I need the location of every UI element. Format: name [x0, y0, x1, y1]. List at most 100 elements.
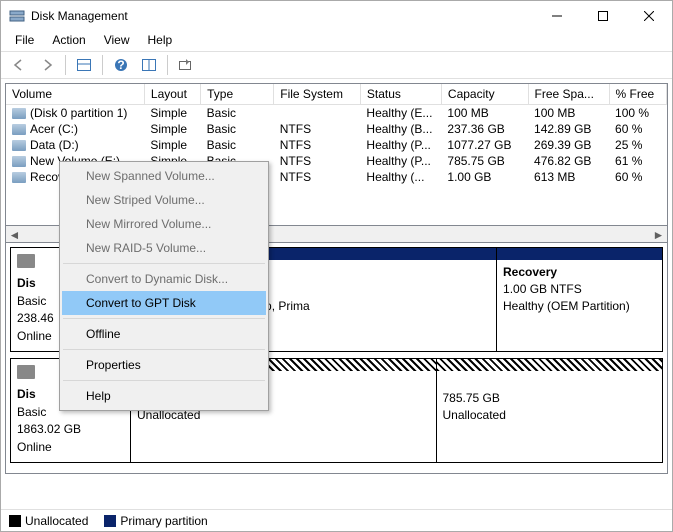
col-pctfree[interactable]: % Free: [609, 84, 666, 105]
cell-fs: NTFS: [274, 169, 361, 185]
volume-icon: [12, 108, 26, 119]
disk1-status: Online: [17, 440, 52, 454]
ctx-help[interactable]: Help: [62, 384, 266, 408]
ctx-new-mirrored[interactable]: New Mirrored Volume...: [62, 212, 266, 236]
forward-button[interactable]: [35, 54, 59, 76]
cell-pct: 100 %: [609, 105, 666, 122]
minimize-button[interactable]: [534, 1, 580, 31]
col-status[interactable]: Status: [360, 84, 441, 105]
volume-icon: [12, 156, 26, 167]
legend-swatch-primary: [104, 515, 116, 527]
title-bar: Disk Management: [1, 1, 672, 31]
disk1-size: 1863.02 GB: [17, 422, 81, 436]
cell-status: Healthy (B...: [360, 121, 441, 137]
toolbar: ?: [1, 51, 672, 79]
cell-pct: 25 %: [609, 137, 666, 153]
legend-primary: Primary partition: [104, 514, 207, 528]
disk0-type: Basic: [17, 294, 46, 308]
settings-button[interactable]: [174, 54, 198, 76]
partition-fs: 1.00 GB NTFS: [503, 282, 582, 296]
ctx-convert-dynamic[interactable]: Convert to Dynamic Disk...: [62, 267, 266, 291]
close-button[interactable]: [626, 1, 672, 31]
disk1-unallocated-2[interactable]: 785.75 GB Unallocated: [437, 359, 663, 462]
disk-icon: [17, 365, 35, 379]
svg-text:?: ?: [117, 58, 124, 72]
cell-capacity: 1.00 GB: [441, 169, 528, 185]
cell-status: Healthy (E...: [360, 105, 441, 122]
ctx-new-spanned[interactable]: New Spanned Volume...: [62, 164, 266, 188]
cell-type: Basic: [201, 105, 274, 122]
table-row[interactable]: Data (D:)SimpleBasicNTFSHealthy (P...107…: [6, 137, 667, 153]
legend-unallocated: Unallocated: [9, 514, 88, 528]
cell-capacity: 785.75 GB: [441, 153, 528, 169]
window-title: Disk Management: [31, 9, 128, 23]
col-type[interactable]: Type: [201, 84, 274, 105]
scroll-left-icon[interactable]: ◄: [6, 226, 23, 243]
table-row[interactable]: (Disk 0 partition 1)SimpleBasic Healthy (…: [6, 105, 667, 122]
view-button[interactable]: [137, 54, 161, 76]
cell-pct: 60 %: [609, 121, 666, 137]
scroll-right-icon[interactable]: ►: [650, 226, 667, 243]
partition-status: Unallocated: [443, 408, 506, 422]
cell-free: 269.39 GB: [528, 137, 609, 153]
col-capacity[interactable]: Capacity: [441, 84, 528, 105]
menu-view[interactable]: View: [96, 31, 138, 51]
cell-pct: 61 %: [609, 153, 666, 169]
ctx-new-raid5[interactable]: New RAID-5 Volume...: [62, 236, 266, 260]
maximize-button[interactable]: [580, 1, 626, 31]
ctx-new-striped[interactable]: New Striped Volume...: [62, 188, 266, 212]
cell-status: Healthy (P...: [360, 137, 441, 153]
cell-volume: Acer (C:): [6, 121, 144, 137]
ctx-offline[interactable]: Offline: [62, 322, 266, 346]
cell-status: Healthy (P...: [360, 153, 441, 169]
cell-layout: Simple: [144, 105, 200, 122]
menu-help[interactable]: Help: [140, 31, 181, 51]
menu-file[interactable]: File: [7, 31, 42, 51]
col-filesystem[interactable]: File System: [274, 84, 361, 105]
menu-bar: File Action View Help: [1, 31, 672, 51]
partition-size: 785.75 GB: [443, 391, 500, 405]
cell-volume: Data (D:): [6, 137, 144, 153]
disk1-name: Dis: [17, 387, 36, 401]
col-volume[interactable]: Volume: [6, 84, 144, 105]
cell-type: Basic: [201, 137, 274, 153]
cell-fs: NTFS: [274, 153, 361, 169]
disk-icon: [17, 254, 35, 268]
disk-mgmt-icon: [9, 8, 25, 24]
disk0-size: 238.46: [17, 311, 54, 325]
ctx-properties[interactable]: Properties: [62, 353, 266, 377]
unallocated-header: [437, 359, 663, 371]
cell-free: 142.89 GB: [528, 121, 609, 137]
disk0-status: Online: [17, 329, 52, 343]
cell-pct: 60 %: [609, 169, 666, 185]
volume-icon: [12, 172, 26, 183]
cell-fs: NTFS: [274, 137, 361, 153]
view-panes-button[interactable]: [72, 54, 96, 76]
disk0-name: Dis: [17, 276, 36, 290]
cell-free: 476.82 GB: [528, 153, 609, 169]
legend-swatch-unallocated: [9, 515, 21, 527]
table-row[interactable]: Acer (C:)SimpleBasicNTFSHealthy (B...237…: [6, 121, 667, 137]
partition-name: Recovery: [503, 265, 557, 279]
ctx-convert-gpt[interactable]: Convert to GPT Disk: [62, 291, 266, 315]
primary-partition-header: [497, 248, 662, 260]
disk0-partition-recovery[interactable]: Recovery 1.00 GB NTFS Healthy (OEM Parti…: [497, 248, 662, 351]
cell-free: 613 MB: [528, 169, 609, 185]
col-freespace[interactable]: Free Spa...: [528, 84, 609, 105]
legend: Unallocated Primary partition: [1, 509, 672, 531]
cell-fs: [274, 105, 361, 122]
cell-fs: NTFS: [274, 121, 361, 137]
volume-icon: [12, 124, 26, 135]
cell-volume: (Disk 0 partition 1): [6, 105, 144, 122]
cell-capacity: 237.36 GB: [441, 121, 528, 137]
partition-status: Healthy (OEM Partition): [503, 299, 630, 313]
menu-action[interactable]: Action: [44, 31, 93, 51]
col-layout[interactable]: Layout: [144, 84, 200, 105]
cell-capacity: 1077.27 GB: [441, 137, 528, 153]
context-menu: New Spanned Volume... New Striped Volume…: [59, 161, 269, 411]
volume-icon: [12, 140, 26, 151]
help-button[interactable]: ?: [109, 54, 133, 76]
cell-layout: Simple: [144, 121, 200, 137]
cell-status: Healthy (...: [360, 169, 441, 185]
back-button[interactable]: [7, 54, 31, 76]
